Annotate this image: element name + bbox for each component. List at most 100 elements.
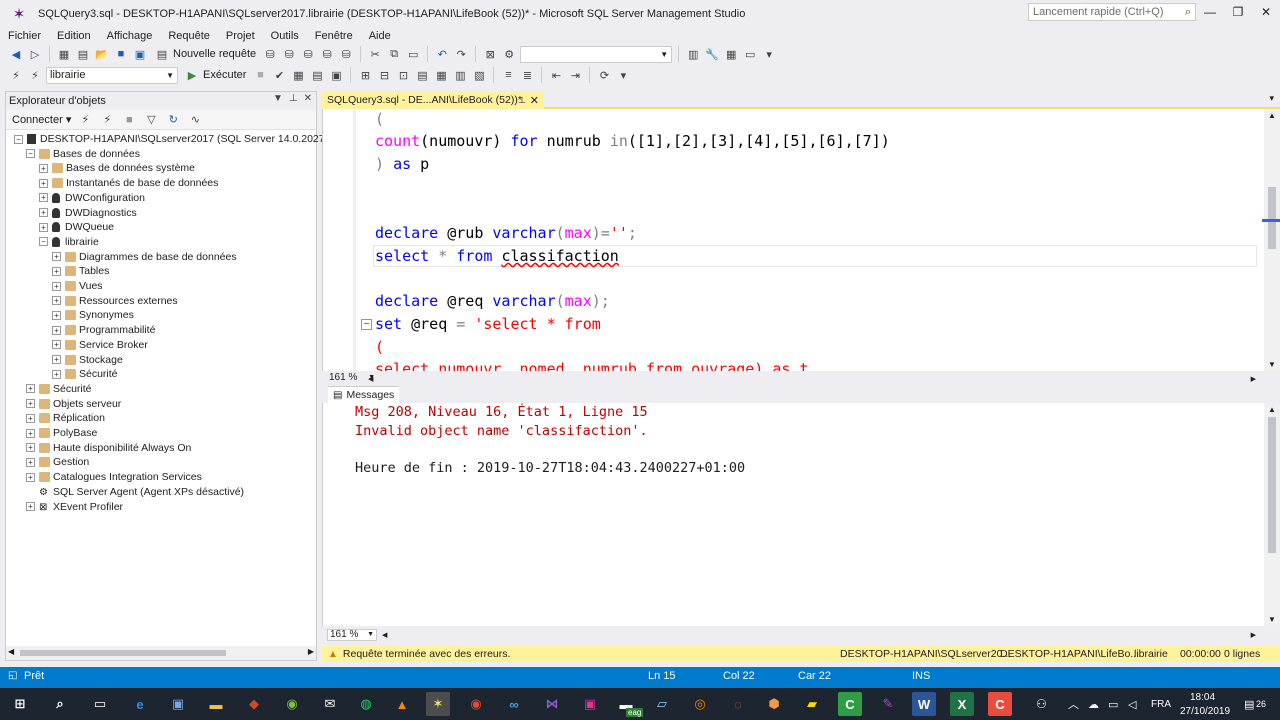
expand-icon[interactable]: + — [52, 296, 61, 306]
collapse-icon[interactable]: − — [14, 134, 23, 144]
sticky-notes-icon[interactable]: ▰ — [800, 692, 824, 716]
visual-studio-icon[interactable]: ⋈ — [540, 692, 564, 716]
recorder-icon[interactable]: C — [988, 692, 1012, 716]
tree-node[interactable]: + Sécurité — [52, 367, 118, 381]
expand-icon[interactable]: + — [52, 325, 61, 335]
intellisense-icon[interactable]: ⊞ — [357, 67, 373, 83]
language-indicator[interactable]: FRA — [1151, 688, 1171, 720]
scroll-left-icon[interactable]: ◀ — [382, 631, 387, 639]
refresh-icon[interactable]: ↻ — [165, 112, 181, 128]
windows-start-icon[interactable]: ⊞ — [8, 692, 32, 716]
live-stats-icon[interactable]: ⊡ — [395, 67, 411, 83]
tree-node[interactable]: + DWQueue — [39, 220, 114, 234]
tree-node[interactable]: + Diagrammes de base de données — [52, 250, 237, 264]
menu-projet[interactable]: Projet — [218, 30, 263, 42]
pin-icon[interactable]: ⊥ — [289, 93, 298, 104]
dmx-query-icon[interactable]: ⛁ — [300, 46, 316, 62]
dax-query-icon[interactable]: ⛁ — [338, 46, 354, 62]
client-stats-icon[interactable]: ▤ — [414, 67, 430, 83]
results-to-grid-icon[interactable]: ▥ — [452, 67, 468, 83]
close-tab-icon[interactable]: ✕ — [530, 94, 539, 107]
scroll-up-icon[interactable]: ▲ — [1268, 405, 1276, 414]
expand-icon[interactable]: + — [26, 457, 35, 467]
add-item-icon[interactable]: ▤ — [75, 46, 91, 62]
network-app-icon[interactable]: ▣ — [166, 692, 190, 716]
network-icon[interactable]: ▭ — [1108, 688, 1118, 720]
file-explorer-icon[interactable]: ▬ — [204, 692, 228, 716]
expand-icon[interactable]: + — [52, 355, 61, 364]
scrollbar-thumb[interactable] — [1268, 187, 1276, 249]
messages-pane[interactable]: Msg 208, Niveau 16, État 1, Ligne 15 Inv… — [322, 403, 1280, 626]
scrollbar-thumb[interactable] — [20, 650, 226, 656]
app-icon[interactable]: ▣ — [578, 692, 602, 716]
edge-icon[interactable]: e — [128, 692, 152, 716]
collapse-icon[interactable]: − — [39, 237, 48, 247]
query-options-icon[interactable]: ▣ — [328, 67, 344, 83]
uncomment-icon[interactable]: ≣ — [519, 67, 535, 83]
scroll-down-icon[interactable]: ▼ — [1268, 615, 1276, 624]
expand-icon[interactable]: + — [52, 281, 61, 291]
db-engine-query-icon[interactable]: ⛁ — [262, 46, 278, 62]
cloud-icon[interactable]: ☁ — [1088, 688, 1099, 720]
horizontal-scrollbar[interactable]: ◀ ▶ — [6, 646, 316, 660]
expand-icon[interactable]: + — [26, 384, 35, 394]
results-zoom-dropdown[interactable]: 161 % ▼ — [327, 628, 377, 641]
collapse-icon[interactable]: − — [26, 149, 35, 159]
tab-sqlquery3[interactable]: SQLQuery3.sql - DE...ANI\LifeBook (52))*… — [322, 91, 544, 109]
tab-messages[interactable]: ▤ Messages — [328, 386, 400, 403]
tree-node[interactable]: + Tables — [52, 264, 109, 278]
volume-icon[interactable]: ◁ — [1128, 688, 1136, 720]
notification-icon[interactable]: ▤ — [1244, 688, 1254, 720]
tree-node[interactable]: + Catalogues Integration Services — [26, 470, 202, 484]
new-query-button[interactable]: ▤ Nouvelle requête — [151, 46, 259, 62]
menu-edition[interactable]: Edition — [49, 30, 99, 42]
back-icon[interactable]: ◀ — [8, 46, 24, 62]
tree-node[interactable]: + Stockage — [52, 353, 123, 367]
stop-icon[interactable]: ■ — [252, 67, 268, 83]
menu-aide[interactable]: Aide — [361, 30, 399, 42]
change-connection-icon[interactable]: ⚡ — [27, 67, 43, 83]
scroll-down-icon[interactable]: ▼ — [1268, 360, 1276, 369]
connect-dropdown-button[interactable]: Connecter ▾ — [12, 113, 71, 126]
scrollbar-thumb[interactable] — [1268, 417, 1276, 553]
collapse-icon[interactable]: − — [361, 319, 372, 330]
scroll-left-icon[interactable]: ◀ — [8, 647, 14, 656]
new-project-icon[interactable]: ▦ — [56, 46, 72, 62]
pencil-app-icon[interactable]: ✎ — [876, 692, 900, 716]
tree-node[interactable]: + Service Broker — [52, 338, 148, 352]
menu-outils[interactable]: Outils — [263, 30, 307, 42]
whatsapp-icon[interactable]: ◍ — [354, 692, 378, 716]
xmla-query-icon[interactable]: ⛁ — [319, 46, 335, 62]
copy-icon[interactable]: ⧉ — [386, 46, 402, 62]
tree-node[interactable]: + Bases de données système — [39, 161, 195, 175]
increase-indent-icon[interactable]: ⇥ — [567, 67, 583, 83]
tree-node[interactable]: + Sécurité — [26, 382, 92, 396]
tray-chevron-icon[interactable]: ︿ — [1068, 688, 1079, 720]
stop-icon[interactable]: ■ — [121, 112, 137, 128]
expand-icon[interactable]: + — [39, 222, 48, 232]
tree-node[interactable]: + DWDiagnostics — [39, 206, 137, 220]
tree-node[interactable]: + Programmabilité — [52, 323, 155, 337]
open-file-icon[interactable]: 📂 — [94, 46, 110, 62]
expand-icon[interactable]: + — [39, 208, 48, 217]
paste-icon[interactable]: ▭ — [405, 46, 421, 62]
clock-date[interactable]: 27/10/2019 — [1180, 695, 1230, 720]
tree-node[interactable]: + ⊠ XEvent Profiler — [26, 500, 123, 514]
comment-icon[interactable]: ≡ — [500, 67, 516, 83]
scroll-up-icon[interactable]: ▲ — [1268, 111, 1276, 120]
editor-vertical-scrollbar[interactable]: ▲ ▼ — [1262, 109, 1280, 371]
template-params-icon[interactable]: ⟳ — [596, 67, 612, 83]
infinity-app-icon[interactable]: ∞ — [502, 692, 526, 716]
tree-node[interactable]: + PolyBase — [26, 426, 97, 440]
tree-node[interactable]: + Réplication — [26, 411, 105, 425]
tree-node[interactable]: − Bases de données — [26, 147, 140, 161]
tree-node[interactable]: + Objets serveur — [26, 397, 121, 411]
filter-icon[interactable]: ▽ — [143, 112, 159, 128]
menu-fenetre[interactable]: Fenêtre — [307, 30, 361, 42]
close-icon[interactable]: ✕ — [304, 93, 312, 104]
toolbox-icon[interactable]: ▦ — [723, 46, 739, 62]
results-to-file-icon[interactable]: ▧ — [471, 67, 487, 83]
vlc-icon[interactable]: ▲ — [390, 692, 414, 716]
expand-icon[interactable]: + — [26, 502, 35, 511]
tree-node[interactable]: + Gestion — [26, 455, 89, 469]
